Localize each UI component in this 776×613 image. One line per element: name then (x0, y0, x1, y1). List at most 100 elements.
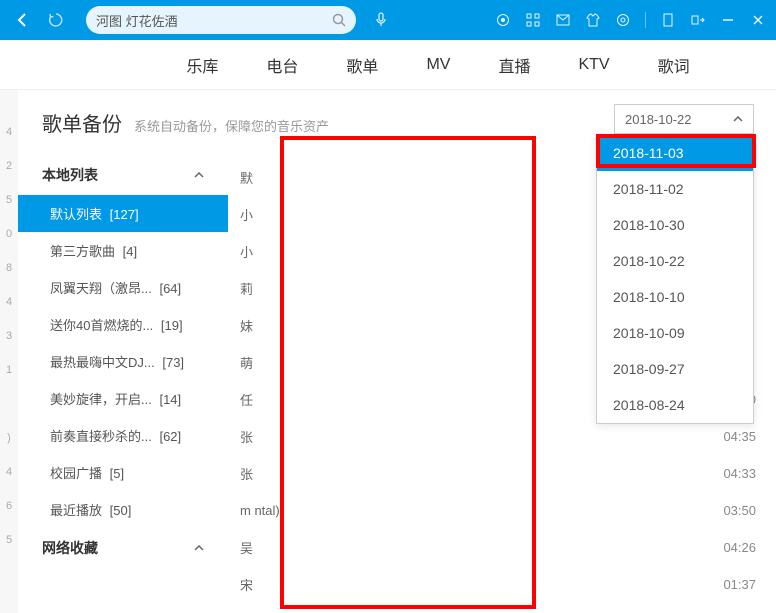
track-duration: 04:26 (706, 540, 756, 555)
track-name: m ntal) (240, 503, 706, 518)
search-icon[interactable] (332, 13, 346, 27)
date-select-value: 2018-10-22 (625, 112, 692, 127)
page-title: 歌单备份 (42, 108, 122, 137)
date-option[interactable]: 2018-08-24 (597, 387, 753, 423)
sidebar-item-label: 前奏直接秒杀的... (50, 429, 152, 444)
sidebar-item-count: [50] (110, 503, 132, 518)
grid-icon[interactable] (525, 12, 541, 28)
divider (645, 12, 646, 28)
mail-icon[interactable] (555, 12, 571, 28)
tab-lyrics[interactable]: 歌词 (658, 53, 690, 77)
track-row[interactable]: m ntal)03:50 (240, 492, 756, 529)
sidebar-item-count: [19] (161, 318, 183, 333)
gutter-num: ) (0, 421, 18, 455)
nav-tabs: 乐库 电台 歌单 MV 直播 KTV 歌词 (0, 40, 776, 90)
record-icon[interactable] (495, 12, 511, 28)
gutter-num: 4 (0, 455, 18, 489)
mic-icon[interactable] (374, 12, 388, 28)
gutter-num: 8 (0, 251, 18, 285)
tab-mv[interactable]: MV (426, 56, 450, 74)
track-row[interactable]: 吴04:26 (240, 529, 756, 566)
tab-playlist[interactable]: 歌单 (346, 53, 378, 77)
sidebar-item-label: 默认列表 (50, 207, 102, 222)
sidebar-item[interactable]: 最热最嗨中文DJ... [73] (18, 343, 228, 380)
sidebar-item[interactable]: 美妙旋律，开启... [14] (18, 380, 228, 417)
track-name: 张 (240, 464, 706, 483)
back-button[interactable] (10, 8, 34, 32)
date-option[interactable]: 2018-11-02 (597, 171, 753, 207)
refresh-button[interactable] (44, 8, 68, 32)
gutter-num: 2 (0, 149, 18, 183)
titlebar (0, 0, 776, 40)
close-icon[interactable] (750, 12, 766, 28)
sidebar: 本地列表 默认列表 [127]第三方歌曲 [4]凤翼天翔（激昂... [64]送… (18, 147, 228, 613)
track-duration: 04:33 (706, 466, 756, 481)
sidebar-item[interactable]: 校园广播 [5] (18, 454, 228, 491)
track-name: 吴 (240, 538, 706, 557)
chevron-left-icon (17, 13, 27, 27)
gutter-num: 3 (0, 319, 18, 353)
sidebar-item-label: 美妙旋律，开启... (50, 392, 152, 407)
chevron-up-icon (733, 116, 743, 122)
collapse-icon[interactable] (690, 12, 706, 28)
sidebar-item[interactable]: 凤翼天翔（激昂... [64] (18, 269, 228, 306)
sidebar-item[interactable]: 送你40首燃烧的... [19] (18, 306, 228, 343)
track-row[interactable]: 宋01:37 (240, 566, 756, 603)
sidebar-item[interactable]: 最近播放 [50] (18, 491, 228, 528)
date-option[interactable]: 2018-11-03 (597, 135, 753, 171)
chevron-up-icon (194, 172, 204, 178)
tab-radio[interactable]: 电台 (266, 53, 298, 77)
date-select[interactable]: 2018-10-22 (614, 104, 754, 134)
gutter-num: 4 (0, 285, 18, 319)
gutter-num: 5 (0, 183, 18, 217)
gear-icon[interactable] (615, 12, 631, 28)
date-option[interactable]: 2018-10-30 (597, 207, 753, 243)
titlebar-right (495, 12, 766, 28)
date-dropdown: 2018-11-032018-11-022018-10-302018-10-22… (596, 134, 754, 424)
sidebar-item[interactable]: 第三方歌曲 [4] (18, 232, 228, 269)
sidebar-item-label: 送你40首燃烧的... (50, 318, 153, 333)
tab-library[interactable]: 乐库 (186, 53, 218, 77)
gutter-num (0, 387, 18, 421)
track-name: 宋 (240, 575, 706, 594)
refresh-icon (48, 12, 64, 28)
section-label: 网络收藏 (42, 538, 98, 558)
track-duration: 04:35 (706, 429, 756, 444)
sidebar-item-count: [5] (110, 466, 124, 481)
sidebar-item-label: 最近播放 (50, 503, 102, 518)
mini-icon[interactable] (660, 12, 676, 28)
date-option[interactable]: 2018-10-10 (597, 279, 753, 315)
sidebar-item-count: [62] (159, 429, 181, 444)
sidebar-section-network[interactable]: 网络收藏 (18, 528, 228, 568)
tab-ktv[interactable]: KTV (578, 56, 609, 74)
search-box[interactable] (86, 6, 356, 34)
sidebar-item-count: [14] (159, 392, 181, 407)
tab-live[interactable]: 直播 (498, 53, 530, 77)
sidebar-item-label: 最热最嗨中文DJ... (50, 355, 155, 370)
page-subtitle: 系统自动备份，保障您的音乐资产 (134, 116, 329, 135)
sidebar-item[interactable]: 默认列表 [127] (18, 195, 228, 232)
shirt-icon[interactable] (585, 12, 601, 28)
search-input[interactable] (96, 13, 332, 28)
date-option[interactable]: 2018-09-27 (597, 351, 753, 387)
sidebar-item-label: 校园广播 (50, 466, 102, 481)
titlebar-left (10, 6, 388, 34)
gutter-num: 4 (0, 115, 18, 149)
gutter-num: 5 (0, 523, 18, 557)
gutter-num: 0 (0, 217, 18, 251)
track-row[interactable]: 张04:33 (240, 455, 756, 492)
sidebar-item-count: [4] (123, 244, 137, 259)
sidebar-item-label: 第三方歌曲 (50, 244, 115, 259)
gutter-num: 1 (0, 353, 18, 387)
date-option[interactable]: 2018-10-22 (597, 243, 753, 279)
sidebar-item[interactable]: 前奏直接秒杀的... [62] (18, 417, 228, 454)
left-gutter: 42508431 )465 (0, 90, 18, 613)
sidebar-item-count: [64] (159, 281, 181, 296)
track-duration: 03:50 (706, 503, 756, 518)
minimize-icon[interactable] (720, 12, 736, 28)
sidebar-item-label: 凤翼天翔（激昂... (50, 281, 152, 296)
sidebar-section-local[interactable]: 本地列表 (18, 155, 228, 195)
track-name: 张 (240, 427, 706, 446)
date-option[interactable]: 2018-10-09 (597, 315, 753, 351)
gutter-num: 6 (0, 489, 18, 523)
